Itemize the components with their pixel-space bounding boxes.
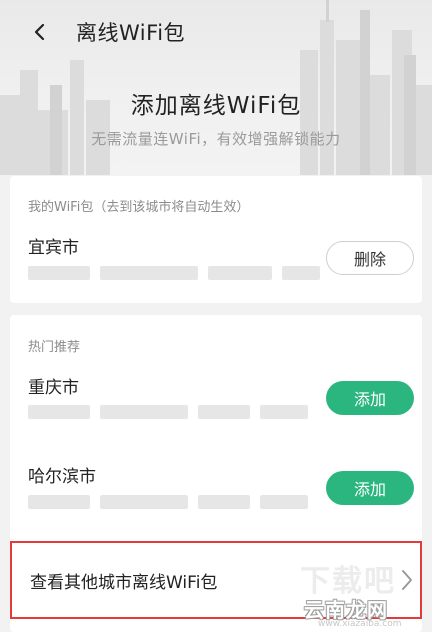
my-wifi-label: 我的WiFi包（去到该城市将自动生效）	[28, 200, 250, 215]
view-other-cities-label: 查看其他城市离线WiFi包	[30, 572, 218, 593]
delete-button[interactable]: 删除	[326, 241, 414, 275]
hero-title: 添加离线WiFi包	[130, 93, 302, 119]
blurred-description	[28, 495, 308, 509]
city-name: 重庆市	[28, 378, 79, 398]
add-button[interactable]: 添加	[326, 381, 414, 415]
city-name: 哈尔滨市	[28, 467, 96, 487]
recommend-label: 热门推荐	[28, 340, 81, 355]
chevron-left-icon	[34, 23, 45, 41]
my-wifi-card: 我的WiFi包（去到该城市将自动生效） 宜宾市 删除	[10, 176, 422, 303]
page-title: 离线WiFi包	[76, 21, 186, 45]
watermark-url: www.xiazaiba.com	[318, 619, 402, 629]
hero-subtitle: 无需流量连WiFi，有效增强解锁能力	[91, 130, 341, 148]
back-button[interactable]	[10, 0, 70, 64]
hero-banner: 离线WiFi包 添加离线WiFi包 无需流量连WiFi，有效增强解锁能力	[0, 0, 432, 175]
chevron-right-icon	[402, 570, 412, 590]
blurred-description	[28, 405, 308, 419]
add-button[interactable]: 添加	[326, 471, 414, 505]
top-bar: 离线WiFi包	[0, 0, 432, 64]
city-name: 宜宾市	[28, 238, 79, 258]
blurred-description	[28, 266, 320, 280]
